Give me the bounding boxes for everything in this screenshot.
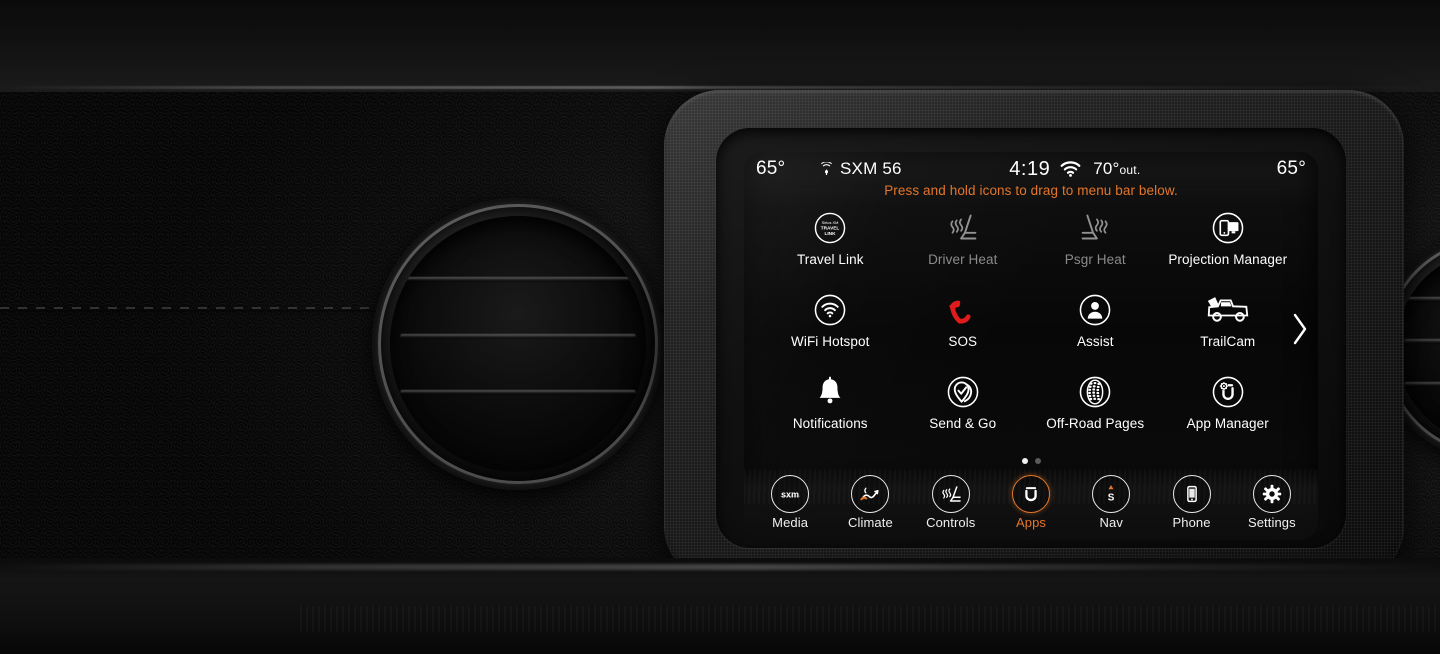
controls-seat-icon [931,474,970,513]
satellite-radio-icon [820,162,833,176]
siriusxm-travel-link-icon: Sirius XM TRAVEL LINK [808,206,852,250]
menu-item-label: Apps [1015,514,1046,530]
menu-item-phone[interactable]: Phone [1155,474,1229,530]
svg-text:TRAVEL: TRAVEL [821,225,840,231]
app-label: Travel Link [796,252,864,267]
app-label: Send & Go [929,416,997,431]
dashboard-top-highlight [0,86,1440,89]
menu-item-label: Media [772,514,809,530]
dashboard-lower-texture [300,606,1440,632]
projection-manager-icon [1206,206,1250,250]
app-label: SOS [948,334,978,349]
apps-grid: Sirius XM TRAVEL LINK Travel Link Driver… [744,206,1318,444]
status-bar: 65° SXM 56 4:19 70°out. 65° [744,152,1318,186]
bell-icon [808,370,852,414]
radio-source-label: SXM 56 [840,159,902,178]
passenger-temperature[interactable]: 65° [1248,158,1306,180]
app-label: Driver Heat [928,252,998,267]
app-label: App Manager [1186,416,1269,431]
send-and-go-pin-icon [941,370,985,414]
page-dot-active[interactable] [1021,458,1028,464]
app-label: WiFi Hotspot [791,334,870,349]
app-tile-projection-manager[interactable]: Projection Manager [1162,206,1295,280]
dashboard-top-band [0,0,1440,92]
uconnect-touchscreen[interactable]: 65° SXM 56 4:19 70°out. 65° Press and ho… [744,152,1318,540]
menu-item-label: Nav [1099,514,1123,530]
radio-source-indicator[interactable]: SXM 56 [820,159,902,179]
wifi-hotspot-icon [808,288,852,332]
next-page-chevron-right-icon[interactable] [1290,312,1310,346]
app-tile-app-manager[interactable]: App Manager [1162,370,1295,444]
menu-item-apps[interactable]: Apps [994,474,1068,530]
dashboard-lower-highlight [0,564,1440,570]
app-label: Off-Road Pages [1046,416,1145,431]
sxm-logo-icon: sxm [771,474,810,513]
app-label: Notifications [792,416,868,431]
bottom-menu-bar: sxm Media Climate Controls Apps S Nav Ph… [744,468,1318,540]
driver-temperature[interactable]: 65° [756,158,814,180]
heated-seat-driver-icon [941,206,985,250]
menu-item-label: Climate [848,514,893,530]
air-vent-louver[interactable] [400,277,636,283]
heated-seat-passenger-icon [1073,206,1117,250]
app-label: Projection Manager [1168,252,1288,267]
gear-icon [1252,474,1291,513]
app-tile-assist[interactable]: Assist [1029,288,1162,362]
menu-item-settings[interactable]: Settings [1235,474,1309,530]
page-indicator-dots [744,458,1318,464]
outside-temperature: 70°out. [1093,159,1141,178]
air-vent-louver[interactable] [400,333,636,339]
app-label: TrailCam [1200,334,1256,349]
app-tile-psgr-heat[interactable]: Psgr Heat [1029,206,1162,280]
svg-text:S: S [1108,492,1115,503]
app-tile-notifications[interactable]: Notifications [764,370,897,444]
drag-hint-text: Press and hold icons to drag to menu bar… [884,183,1178,198]
app-label: Assist [1076,334,1114,349]
air-vent-louver[interactable] [1403,296,1440,302]
compass-icon: S [1092,474,1131,513]
svg-text:LINK: LINK [825,231,837,237]
air-vent-louver[interactable] [1403,339,1440,345]
status-bar-center: 4:19 70°out. [902,158,1248,181]
menu-item-label: Settings [1247,514,1296,530]
app-tile-sos[interactable]: SOS [897,288,1030,362]
smartphone-icon [1172,474,1211,513]
climate-airflow-icon [851,474,890,513]
uconnect-u-icon [1011,474,1050,513]
center-left-air-vent[interactable] [372,198,664,490]
menu-item-controls[interactable]: Controls [914,474,988,530]
app-tile-send-and-go[interactable]: Send & Go [897,370,1030,444]
app-manager-uconnect-gear-icon [1206,370,1250,414]
app-tile-wifi-hotspot[interactable]: WiFi Hotspot [764,288,897,362]
vehicle-dashboard: 65° SXM 56 4:19 70°out. 65° Press and ho… [0,0,1440,654]
menu-item-label: Phone [1172,514,1211,530]
wifi-icon [1060,161,1081,177]
svg-text:sxm: sxm [781,489,799,499]
app-tile-trailcam[interactable]: TrailCam [1162,288,1295,362]
sos-phone-handset-icon [941,288,985,332]
clock: 4:19 [1009,157,1051,180]
air-vent-louver[interactable] [1403,381,1440,387]
app-tile-off-road-pages[interactable]: Off-Road Pages [1029,370,1162,444]
air-vent-bore [390,216,646,472]
app-label: Psgr Heat [1064,252,1126,267]
svg-text:Sirius XM: Sirius XM [822,220,839,225]
app-tile-travel-link[interactable]: Sirius XM TRAVEL LINK Travel Link [764,206,897,280]
menu-item-media[interactable]: sxm Media [753,474,827,530]
trailcam-truck-icon [1206,288,1250,332]
assist-person-icon [1073,288,1117,332]
menu-item-nav[interactable]: S Nav [1074,474,1148,530]
app-tile-driver-heat[interactable]: Driver Heat [897,206,1030,280]
menu-item-climate[interactable]: Climate [833,474,907,530]
page-dot[interactable] [1034,458,1041,464]
air-vent-louver[interactable] [400,390,636,396]
tire-tread-icon [1073,370,1117,414]
menu-item-label: Controls [926,514,976,530]
